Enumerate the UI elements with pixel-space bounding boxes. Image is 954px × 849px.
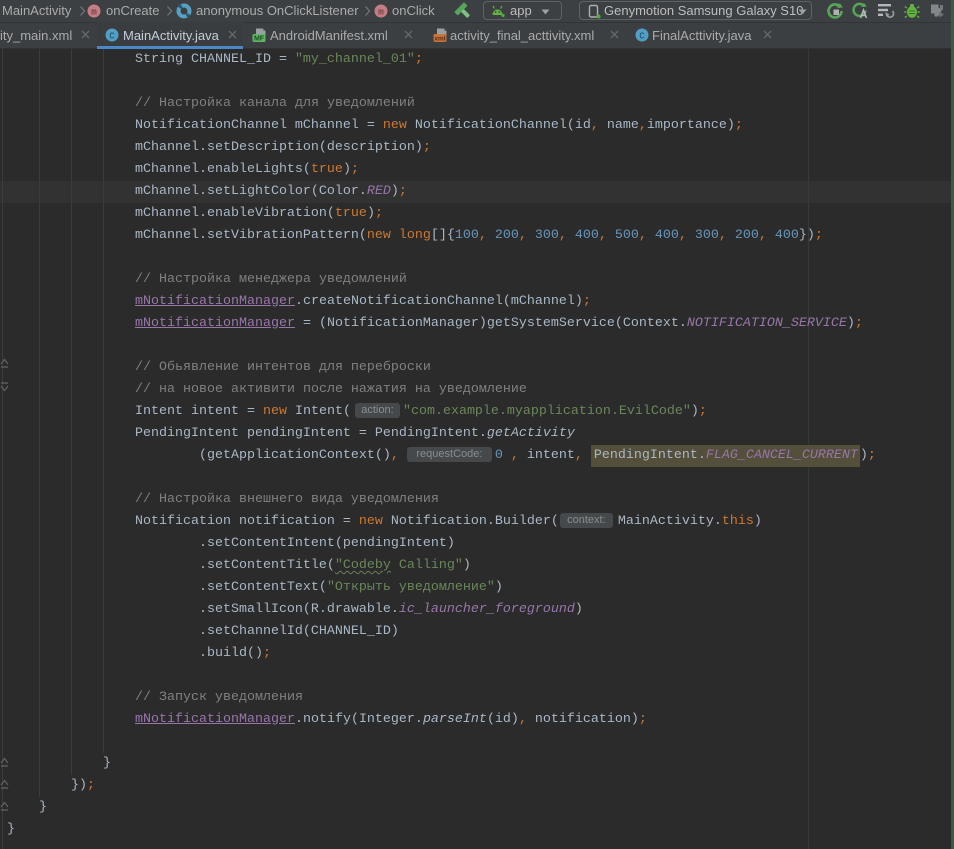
svg-text:C: C — [639, 32, 645, 42]
svg-text:MF: MF — [254, 36, 265, 43]
svg-text:xml: xml — [434, 36, 445, 43]
svg-text:m: m — [91, 7, 97, 18]
svg-text:m: m — [378, 7, 384, 18]
svg-text:C: C — [109, 32, 115, 42]
